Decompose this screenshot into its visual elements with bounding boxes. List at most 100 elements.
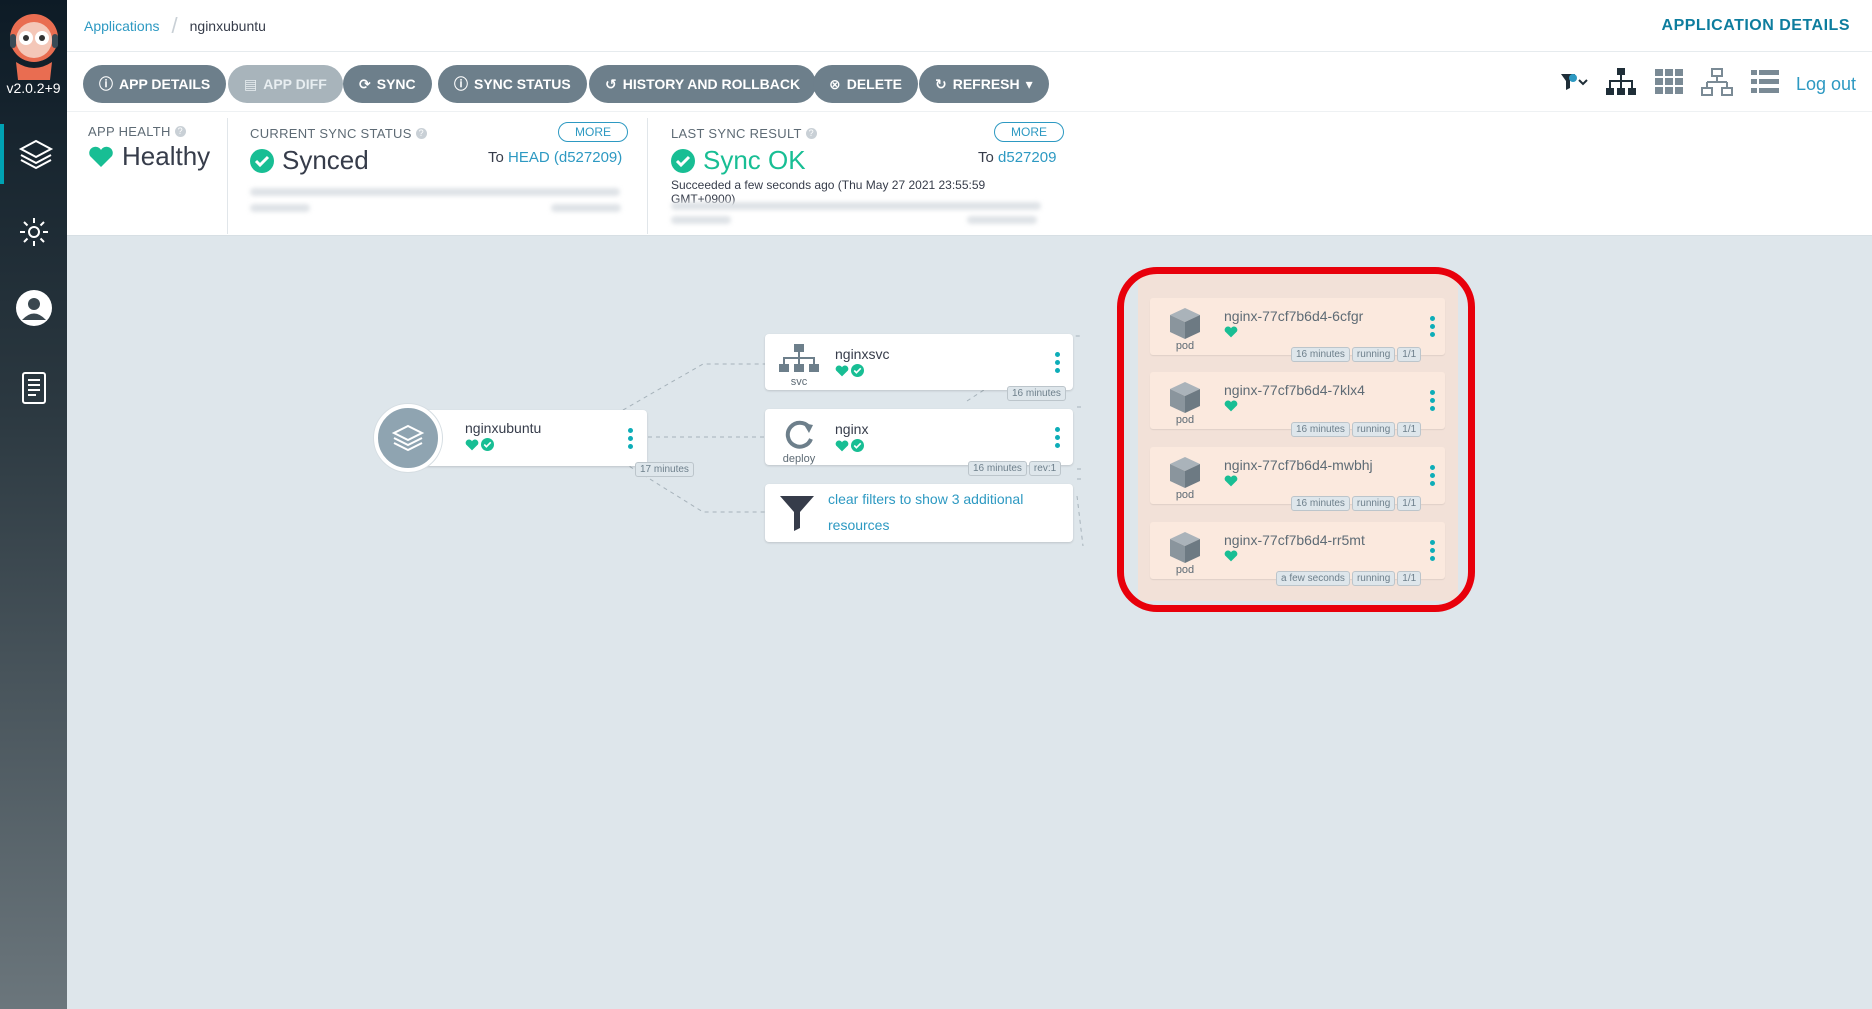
blurred-text: [671, 216, 731, 224]
deploy-node-menu-icon[interactable]: [1055, 427, 1061, 448]
network-view-icon[interactable]: [1700, 67, 1734, 102]
history-rollback-label: HISTORY AND ROLLBACK: [622, 76, 801, 92]
version-label: v2.0.2+9: [6, 80, 61, 96]
help-icon[interactable]: ?: [415, 128, 427, 139]
toolbar: ⓘ APP DETAILS ▤ APP DIFF ⟳ SYNC ⓘ SYNC STATU…: [67, 52, 1872, 112]
refresh-label: REFRESH: [952, 76, 1020, 92]
heart-icon: [89, 146, 113, 167]
filter-funnel-icon: [780, 496, 814, 531]
divider: [227, 118, 228, 234]
app-health-label: APP HEALTH?: [88, 124, 210, 139]
sync-target-link[interactable]: HEAD (d527209): [508, 149, 622, 166]
top-bar: Applications / nginxubuntu APPLICATION D…: [67, 0, 1872, 52]
delete-label: DELETE: [846, 76, 902, 92]
app-node-tags: 17 minutes: [635, 462, 694, 477]
revision-tag: rev:1: [1028, 461, 1062, 476]
info-icon: ⓘ: [454, 76, 468, 92]
svc-node-tags: 16 minutes: [1007, 386, 1066, 401]
sync-icon: ⟳: [359, 75, 371, 92]
refresh-button[interactable]: ↻ REFRESH ▾: [919, 65, 1049, 103]
service-icon: [779, 344, 819, 372]
sync-status-more-button[interactable]: MORE: [558, 122, 628, 142]
nav-user-icon[interactable]: [0, 278, 67, 338]
clear-filters-line2: resources: [828, 517, 890, 533]
caret-down-icon: ▾: [1025, 75, 1033, 92]
deploy-node-status: [835, 439, 864, 452]
app-health-section: APP HEALTH? Healthy: [88, 124, 210, 172]
heart-icon: [835, 439, 849, 451]
age-tag: 17 minutes: [635, 462, 694, 477]
svc-node[interactable]: svc nginxsvc: [765, 334, 1073, 390]
blurred-text: [967, 216, 1037, 224]
page-title: APPLICATION DETAILS: [1661, 17, 1850, 34]
tree-view-icon[interactable]: [1604, 67, 1638, 102]
deploy-kind: deploy: [782, 453, 816, 465]
pods-grid-view-icon[interactable]: [1654, 68, 1684, 101]
help-icon[interactable]: ?: [174, 126, 186, 137]
app-node-menu-icon[interactable]: [628, 428, 634, 449]
view-tools: Log out: [1560, 66, 1856, 102]
blurred-text: [671, 202, 1041, 210]
status-panel: APP HEALTH? Healthy CURRENT SYNC STATUS?…: [67, 112, 1872, 236]
sync-button[interactable]: ⟳ SYNC: [343, 65, 432, 103]
svc-node-menu-icon[interactable]: [1055, 352, 1061, 373]
blurred-text: [250, 188, 620, 196]
deploy-node[interactable]: deploy nginx: [765, 409, 1073, 465]
nav-settings-gear-icon[interactable]: [0, 202, 67, 262]
svc-node-name: nginxsvc: [835, 346, 890, 362]
app-layers-icon[interactable]: [374, 404, 442, 472]
help-icon[interactable]: ?: [805, 128, 817, 139]
app-health-value: Healthy: [88, 141, 210, 172]
filter-icon[interactable]: [1560, 72, 1588, 97]
list-view-icon[interactable]: [1750, 68, 1780, 101]
blurred-text: [551, 204, 621, 212]
history-rollback-button[interactable]: ↺ HISTORY AND ROLLBACK: [589, 65, 817, 103]
nav-applications-icon[interactable]: [0, 124, 67, 184]
breadcrumb-separator: /: [171, 13, 178, 38]
logout-link[interactable]: Log out: [1796, 74, 1856, 95]
check-circle-icon: [671, 148, 695, 173]
age-tag: 16 minutes: [1007, 386, 1066, 401]
clear-filters-link[interactable]: clear filters to show 3 additional resou…: [828, 486, 1023, 538]
info-icon: ⓘ: [99, 76, 113, 92]
app-node-name: nginxubuntu: [465, 420, 542, 436]
clear-filters-line1: clear filters to show 3 additional: [828, 491, 1024, 507]
svc-node-status: [835, 364, 864, 377]
blurred-text: [250, 204, 310, 212]
check-circle-icon: [851, 439, 864, 452]
refresh-icon: ↻: [935, 75, 947, 92]
breadcrumb: Applications / nginxubuntu: [84, 13, 266, 38]
deploy-node-name: nginx: [835, 421, 869, 437]
age-tag: 16 minutes: [968, 461, 1027, 476]
heart-icon: [835, 364, 849, 376]
last-sync-target-link[interactable]: d527209: [998, 149, 1056, 166]
times-circle-icon: ⊗: [829, 75, 841, 92]
last-sync-label: LAST SYNC RESULT?: [671, 126, 1001, 141]
filter-node[interactable]: clear filters to show 3 additional resou…: [765, 484, 1073, 542]
last-sync-more-button[interactable]: MORE: [994, 122, 1064, 142]
sync-label: SYNC: [376, 76, 416, 92]
sync-status-button[interactable]: ⓘ SYNC STATUS: [438, 65, 587, 103]
app-diff-label: APP DIFF: [263, 76, 327, 92]
app-details-button[interactable]: ⓘ APP DETAILS: [83, 65, 227, 103]
breadcrumb-applications-link[interactable]: Applications: [84, 18, 160, 34]
check-circle-icon: [481, 438, 494, 451]
app-node[interactable]: nginxubuntu: [407, 410, 647, 466]
history-icon: ↺: [605, 75, 617, 92]
breadcrumb-current: nginxubuntu: [189, 18, 266, 34]
argo-logo[interactable]: [6, 8, 62, 80]
app-node-status: [465, 438, 494, 451]
sync-status-label: SYNC STATUS: [474, 76, 571, 92]
red-highlight-outline: [1117, 267, 1475, 612]
delete-button[interactable]: ⊗ DELETE: [813, 65, 918, 103]
sync-status-value: Synced: [250, 145, 427, 176]
deploy-refresh-icon: [785, 420, 813, 449]
sync-status-label-text: CURRENT SYNC STATUS?: [250, 126, 427, 141]
sync-target: To HEAD (d527209): [488, 149, 623, 166]
sidebar: v2.0.2+9: [0, 0, 67, 1009]
divider: [647, 118, 648, 234]
app-details-label: APP DETAILS: [119, 76, 211, 92]
last-sync-value: Sync OK: [671, 145, 1001, 176]
app-diff-button[interactable]: ▤ APP DIFF: [228, 65, 343, 103]
nav-docs-icon[interactable]: [0, 358, 67, 418]
